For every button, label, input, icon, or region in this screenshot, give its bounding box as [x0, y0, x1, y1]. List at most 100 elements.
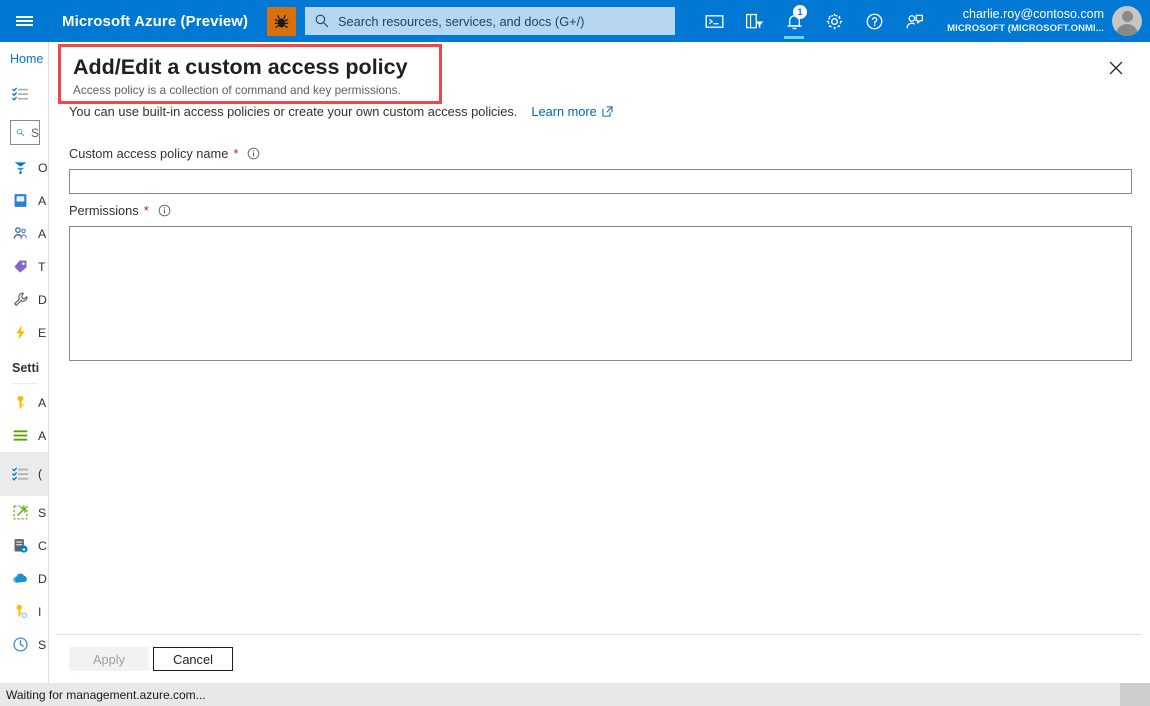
sidebar-settings-heading: Setti — [12, 361, 40, 375]
sidebar-item-overview-root[interactable] — [0, 78, 48, 111]
policy-name-label-row: Custom access policy name * — [69, 146, 260, 161]
avatar-body — [1116, 24, 1138, 36]
feedback-person-icon[interactable] — [894, 0, 934, 42]
cloud-icon — [12, 570, 29, 587]
policy-name-input[interactable] — [69, 169, 1132, 194]
header-icon-group: 1 — [694, 0, 934, 42]
permissions-label: Permissions — [69, 203, 139, 218]
global-search-placeholder: Search resources, services, and docs (G+… — [338, 13, 585, 29]
sidebar-item-secrets[interactable]: S — [0, 496, 48, 529]
settings-gear-icon[interactable] — [814, 0, 854, 42]
tags-glyph — [14, 260, 27, 273]
directories-filter-icon[interactable] — [734, 0, 774, 42]
cloud-glyph — [13, 573, 27, 583]
account-info[interactable]: charlie.roy@contoso.com MICROSOFT (MICRO… — [947, 0, 1104, 42]
cloud-shell-glyph — [705, 14, 723, 28]
clock-icon — [12, 636, 29, 653]
task-list-glyph — [12, 87, 29, 101]
brand-title: Microsoft Azure (Preview) — [62, 12, 249, 30]
cancel-button[interactable]: Cancel — [153, 647, 233, 671]
export-icon — [12, 504, 29, 521]
blade-title-highlight: Add/Edit a custom access policy Access p… — [58, 44, 442, 104]
learn-more-link[interactable]: Learn more — [531, 104, 613, 119]
required-asterisk: * — [233, 146, 239, 161]
key-glyph — [17, 395, 24, 409]
clock-glyph — [13, 637, 28, 652]
overview-glyph — [14, 162, 27, 174]
sidebar-item-keys[interactable]: A — [0, 386, 48, 419]
activity-log-icon — [12, 192, 29, 209]
server-lock-glyph — [14, 539, 28, 553]
sidebar-item-label: D — [38, 571, 47, 586]
notification-badge-count: 1 — [793, 5, 807, 19]
bug-glyph — [274, 14, 289, 28]
close-icon[interactable] — [1102, 54, 1130, 82]
breadcrumb[interactable]: Home — [0, 42, 48, 66]
sidebar-item-access-policies[interactable]: A — [0, 419, 48, 452]
sidebar-item-label: ( — [38, 467, 43, 481]
sidebar-item-label: O — [38, 160, 48, 175]
global-search-box[interactable]: Search resources, services, and docs (G+… — [305, 7, 675, 35]
intro-text-row: You can use built-in access policies or … — [69, 104, 613, 119]
sidebar-item-certificates[interactable]: C — [0, 529, 48, 562]
scrollbar-corner[interactable] — [1120, 683, 1150, 706]
hamburger-bar — [15, 20, 33, 22]
question-glyph — [866, 13, 882, 29]
server-lock-icon — [12, 537, 29, 554]
cloud-shell-icon[interactable] — [694, 0, 734, 42]
sidebar-item-label: C — [38, 538, 47, 553]
sidebar-item-label: A — [38, 226, 47, 241]
search-icon — [16, 128, 25, 137]
sidebar-item-diagnostic[interactable]: D — [0, 562, 48, 595]
sidebar-item-label: T — [38, 259, 46, 274]
sidebar-item-events[interactable]: E — [0, 316, 48, 349]
info-icon[interactable] — [247, 147, 260, 160]
help-question-icon[interactable] — [854, 0, 894, 42]
info-glyph — [158, 204, 171, 217]
external-link-icon — [602, 106, 613, 117]
sidebar-item-label: A — [38, 395, 47, 410]
permissions-textarea[interactable] — [69, 226, 1132, 361]
sidebar-item-label: A — [38, 428, 47, 443]
apply-button[interactable]: Apply — [69, 647, 149, 671]
footer-divider — [57, 634, 1142, 635]
checklist-icon — [12, 466, 29, 483]
keys-icon — [12, 603, 29, 620]
sidebar-item-security[interactable]: S — [0, 628, 48, 661]
overview-icon — [12, 159, 29, 176]
sidebar-search-placeholder: S — [30, 125, 39, 140]
bug-icon[interactable] — [267, 6, 297, 36]
sidebar-search-input[interactable]: S — [10, 120, 40, 145]
status-bar: Waiting for management.azure.com... — [0, 683, 1150, 706]
sidebar-item-identity[interactable]: I — [0, 595, 48, 628]
notifications-bell-icon[interactable]: 1 — [774, 0, 814, 42]
permissions-label-row: Permissions * — [69, 203, 171, 218]
key-icon — [12, 394, 29, 411]
sidebar-item-label: D — [38, 292, 47, 307]
sidebar-item-diagnose[interactable]: D — [0, 283, 48, 316]
sidebar-item-activity-log[interactable]: A — [0, 184, 48, 217]
diagnose-wrench-icon — [12, 291, 29, 308]
info-icon[interactable] — [158, 204, 171, 217]
search-icon — [315, 14, 329, 28]
required-asterisk: * — [143, 203, 149, 218]
page-subtitle: Access policy is a collection of command… — [73, 83, 401, 97]
learn-more-label: Learn more — [531, 104, 597, 119]
activity-log-glyph — [14, 194, 27, 207]
gear-glyph — [826, 13, 842, 29]
tags-icon — [12, 258, 29, 275]
avatar[interactable] — [1112, 6, 1142, 36]
page-title: Add/Edit a custom access policy — [73, 55, 408, 79]
account-email: charlie.roy@contoso.com — [962, 7, 1104, 21]
sidebar-item-overview[interactable]: O — [0, 151, 48, 184]
intro-text: You can use built-in access policies or … — [69, 104, 518, 119]
top-header-bar: Microsoft Azure (Preview) Search resourc… — [0, 0, 1150, 42]
info-glyph — [248, 147, 260, 160]
sidebar-item-custom-access-policies[interactable]: ( — [0, 452, 48, 496]
lightning-glyph — [16, 325, 25, 340]
access-control-icon — [12, 225, 29, 242]
sidebar-item-access-control[interactable]: A — [0, 217, 48, 250]
wrench-glyph — [14, 292, 28, 306]
hamburger-menu-icon[interactable] — [0, 0, 48, 42]
sidebar-item-tags[interactable]: T — [0, 250, 48, 283]
